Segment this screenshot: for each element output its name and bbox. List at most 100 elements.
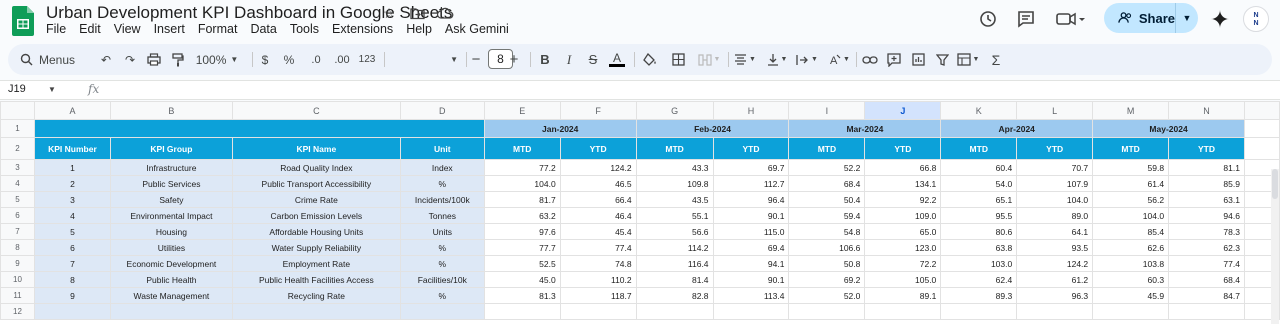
kpi-group-cell[interactable]: Economic Development — [109, 255, 233, 272]
column-header-o[interactable] — [1243, 101, 1280, 120]
row-header[interactable]: 1 — [0, 119, 35, 138]
cell[interactable] — [940, 303, 1018, 320]
mtd-value-cell[interactable]: 97.6 — [483, 223, 561, 240]
menu-insert[interactable]: Insert — [154, 22, 185, 36]
column-header-k[interactable]: K — [940, 101, 1018, 120]
comments-icon[interactable] — [1014, 7, 1038, 31]
column-header-f[interactable]: F — [559, 101, 637, 120]
kpi-group-header[interactable]: KPI Group — [109, 137, 233, 160]
mtd-value-cell[interactable]: 116.4 — [635, 255, 714, 272]
mtd-value-cell[interactable]: 45.9 — [1092, 287, 1170, 304]
row-header[interactable]: 7 — [0, 223, 35, 240]
ytd-value-cell[interactable]: 118.7 — [559, 287, 637, 304]
print-icon[interactable] — [144, 44, 164, 75]
mtd-value-cell[interactable]: 65.1 — [940, 191, 1018, 208]
currency-format[interactable]: $ — [258, 44, 272, 75]
zoom-select[interactable]: 100% ▼ — [194, 44, 240, 75]
ytd-value-cell[interactable]: 70.7 — [1016, 159, 1094, 176]
mtd-value-cell[interactable]: 89.3 — [940, 287, 1018, 304]
column-header-l[interactable]: L — [1016, 101, 1094, 120]
kpi-number-cell[interactable]: 1 — [33, 159, 111, 176]
mtd-value-cell[interactable]: 104.0 — [483, 175, 561, 192]
unit-cell[interactable]: Index — [399, 159, 485, 176]
kpi-group-cell[interactable]: Housing — [109, 223, 233, 240]
ytd-value-cell[interactable]: 89.1 — [864, 287, 942, 304]
row-header[interactable]: 8 — [0, 239, 35, 256]
share-button[interactable]: Share ▼ — [1104, 3, 1198, 33]
column-header-a[interactable]: A — [33, 101, 111, 120]
ytd-value-cell[interactable]: 45.4 — [559, 223, 637, 240]
ytd-value-cell[interactable]: 64.1 — [1016, 223, 1094, 240]
ytd-value-cell[interactable]: 94.6 — [1168, 207, 1245, 224]
mtd-value-cell[interactable]: 85.4 — [1092, 223, 1170, 240]
ytd-value-cell[interactable]: 112.7 — [712, 175, 790, 192]
percent-format[interactable]: % — [282, 44, 296, 75]
kpi-group-cell[interactable]: Safety — [109, 191, 233, 208]
mtd-value-cell[interactable]: 59.4 — [788, 207, 866, 224]
mtd-value-cell[interactable]: 43.5 — [635, 191, 714, 208]
mtd-value-cell[interactable]: 82.8 — [635, 287, 714, 304]
month-header[interactable]: Feb-2024 — [635, 119, 790, 138]
kpi-name-cell[interactable]: Carbon Emission Levels — [231, 207, 401, 224]
kpi-group-cell[interactable]: Environmental Impact — [109, 207, 233, 224]
kpi-number-cell[interactable]: 2 — [33, 175, 111, 192]
mtd-value-cell[interactable]: 68.4 — [788, 175, 866, 192]
cell[interactable] — [864, 303, 942, 320]
ytd-value-cell[interactable]: 74.8 — [559, 255, 637, 272]
kpi-group-cell[interactable]: Infrastructure — [109, 159, 233, 176]
mtd-value-cell[interactable]: 56.2 — [1092, 191, 1170, 208]
cell[interactable] — [559, 303, 637, 320]
bold-icon[interactable]: B — [536, 44, 554, 75]
cell[interactable] — [712, 303, 790, 320]
mtd-value-cell[interactable]: 77.7 — [483, 239, 561, 256]
menu-edit[interactable]: Edit — [79, 22, 101, 36]
menu-help[interactable]: Help — [406, 22, 432, 36]
mtd-value-cell[interactable]: 114.2 — [635, 239, 714, 256]
ytd-value-cell[interactable]: 46.5 — [559, 175, 637, 192]
cell[interactable] — [788, 303, 866, 320]
cell[interactable] — [399, 303, 485, 320]
mtd-value-cell[interactable]: 104.0 — [1092, 207, 1170, 224]
mtd-value-cell[interactable]: 103.8 — [1092, 255, 1170, 272]
unit-cell[interactable]: % — [399, 287, 485, 304]
mtd-value-cell[interactable]: 63.8 — [940, 239, 1018, 256]
menu-data[interactable]: Data — [250, 22, 276, 36]
ytd-value-cell[interactable]: 81.1 — [1168, 159, 1245, 176]
unit-cell[interactable]: % — [399, 175, 485, 192]
mtd-header[interactable]: MTD — [1092, 137, 1170, 160]
mtd-value-cell[interactable]: 52.5 — [483, 255, 561, 272]
filter-icon[interactable] — [932, 44, 952, 75]
mtd-value-cell[interactable]: 80.6 — [940, 223, 1018, 240]
ytd-value-cell[interactable]: 78.3 — [1168, 223, 1245, 240]
ytd-value-cell[interactable]: 110.2 — [559, 271, 637, 288]
meet-icon[interactable] — [1054, 7, 1088, 31]
mtd-value-cell[interactable]: 54.0 — [940, 175, 1018, 192]
ytd-value-cell[interactable]: 107.9 — [1016, 175, 1094, 192]
cell[interactable] — [33, 303, 111, 320]
ytd-value-cell[interactable]: 96.4 — [712, 191, 790, 208]
ytd-value-cell[interactable]: 92.2 — [864, 191, 942, 208]
kpi-name-cell[interactable]: Water Supply Reliability — [231, 239, 401, 256]
mtd-value-cell[interactable]: 52.2 — [788, 159, 866, 176]
text-rotation-icon[interactable]: A ▼ — [826, 44, 852, 75]
unit-cell[interactable]: % — [399, 239, 485, 256]
filter-views-icon[interactable]: ▼ — [954, 44, 982, 75]
menus-search[interactable]: Menus — [20, 44, 75, 75]
kpi-number-cell[interactable]: 3 — [33, 191, 111, 208]
kpi-number-cell[interactable]: 9 — [33, 287, 111, 304]
mtd-value-cell[interactable]: 109.8 — [635, 175, 714, 192]
mtd-header[interactable]: MTD — [940, 137, 1018, 160]
name-box-dropdown-icon[interactable]: ▼ — [48, 85, 56, 94]
name-box[interactable]: J19 — [8, 83, 26, 95]
column-header-h[interactable]: H — [712, 101, 790, 120]
mtd-value-cell[interactable]: 54.8 — [788, 223, 866, 240]
paint-format-icon[interactable] — [168, 44, 188, 75]
month-header[interactable]: Jan-2024 — [483, 119, 637, 138]
kpi-name-cell[interactable]: Recycling Rate — [231, 287, 401, 304]
month-header[interactable]: Apr-2024 — [940, 119, 1094, 138]
sheet-table[interactable]: A B C D E F G H I J K L M N 1 Jan-2024 F… — [0, 101, 1280, 320]
mtd-value-cell[interactable]: 56.6 — [635, 223, 714, 240]
share-dropdown-icon[interactable]: ▼ — [1176, 13, 1198, 23]
menu-ask-gemini[interactable]: Ask Gemini — [445, 22, 509, 36]
unit-header[interactable]: Unit — [399, 137, 485, 160]
